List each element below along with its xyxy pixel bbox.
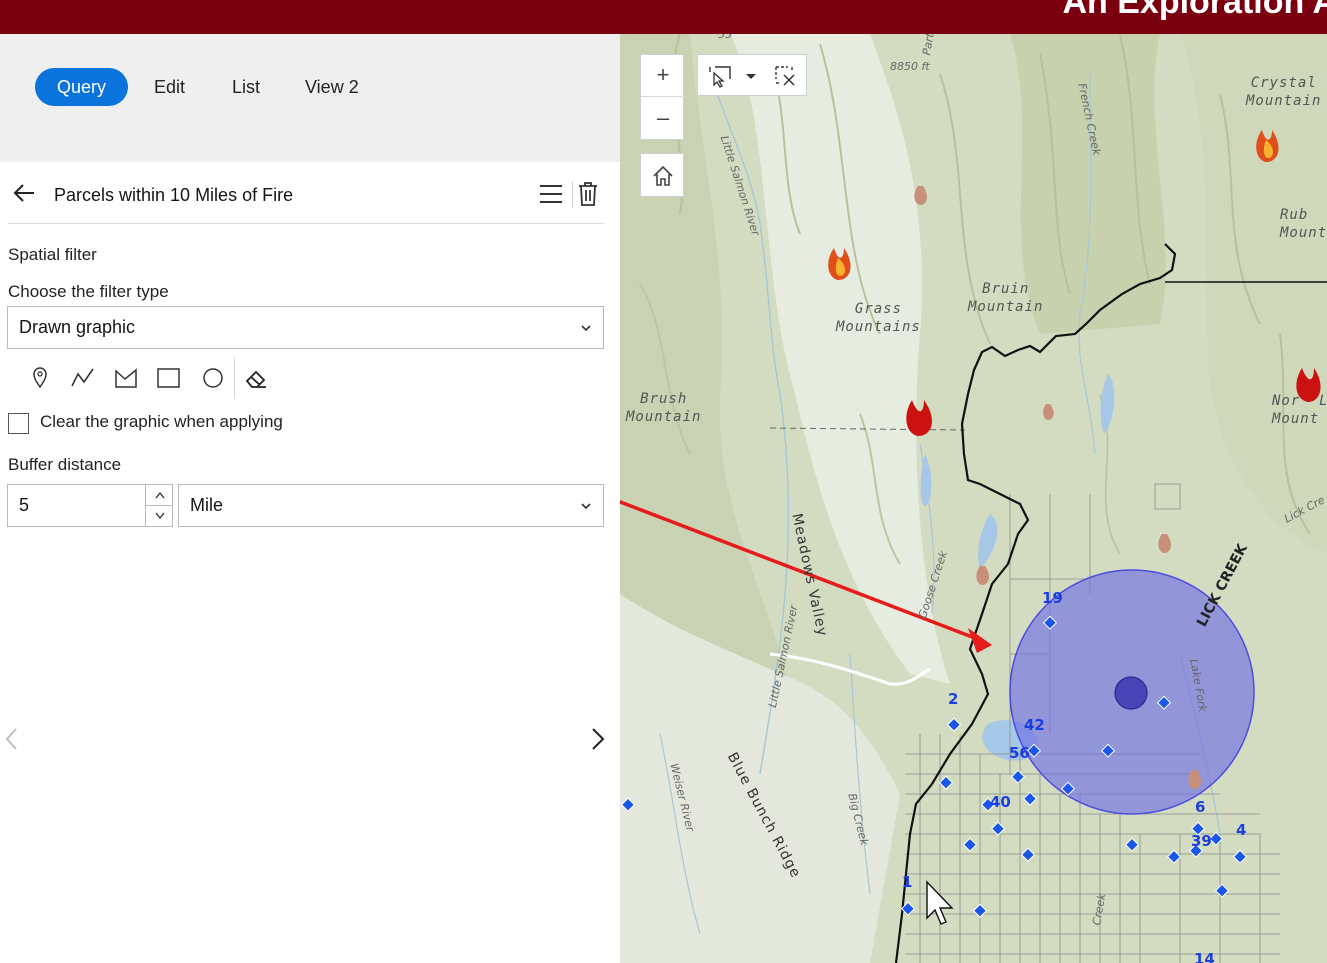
panel-title: Parcels within 10 Miles of Fire xyxy=(54,185,294,205)
cluster-count[interactable]: 1 xyxy=(902,873,912,891)
next-page-chevron-icon[interactable] xyxy=(588,726,608,752)
buffer-distance-input[interactable]: 5 xyxy=(7,484,173,527)
chevron-down-icon xyxy=(581,325,591,332)
select-by-rectangle-icon[interactable] xyxy=(706,63,734,89)
buffer-distance-value: 5 xyxy=(19,495,30,515)
panel-title-row: Parcels within 10 Miles of Fire xyxy=(8,162,604,224)
freehand-polygon-icon[interactable] xyxy=(112,364,140,392)
app-header: An Exploration A xyxy=(0,0,1327,34)
filter-type-select[interactable]: Drawn graphic xyxy=(7,306,604,349)
selection-toolbar xyxy=(697,54,807,96)
polyline-icon[interactable] xyxy=(69,364,97,392)
basemap xyxy=(620,34,1327,963)
cluster-count[interactable]: 4 xyxy=(1236,821,1246,839)
zoom-out-icon[interactable]: – xyxy=(641,98,685,140)
divider xyxy=(572,182,573,208)
cluster-count[interactable]: 40 xyxy=(990,793,1011,811)
circle-icon[interactable] xyxy=(199,364,227,392)
divider xyxy=(234,357,235,399)
zoom-in-icon[interactable]: + xyxy=(641,55,685,97)
trash-icon[interactable] xyxy=(577,181,599,207)
cluster-count[interactable]: 6 xyxy=(1195,798,1205,816)
clear-graphic-label: Clear the graphic when applying xyxy=(40,412,283,431)
cluster-count[interactable]: 42 xyxy=(1024,716,1045,734)
home-icon[interactable] xyxy=(640,153,684,197)
app-title: An Exploration A xyxy=(1062,0,1327,21)
chevron-up-icon[interactable] xyxy=(145,485,173,506)
chevron-down-icon[interactable] xyxy=(145,506,173,526)
map-label-brush-mountain: Brush Mountain xyxy=(626,391,702,425)
buffer-distance-label: Buffer distance xyxy=(8,455,122,474)
map-label-route-55: 55 xyxy=(718,34,732,41)
map-view[interactable]: Crystal Mountain Rub Mount Bruin Mountai… xyxy=(620,34,1327,963)
map-label-nor-mount: Nor L Mount xyxy=(1272,393,1327,427)
clear-graphic-checkbox[interactable] xyxy=(8,413,29,434)
cluster-count[interactable]: 19 xyxy=(1042,589,1063,607)
map-label-crystal-mountain: Crystal Mountain xyxy=(1246,75,1322,109)
map-label-bruin-mountain: Bruin Mountain xyxy=(968,281,1044,315)
buffer-unit-select[interactable]: Mile xyxy=(178,484,604,527)
spatial-filter-heading: Spatial filter xyxy=(8,245,97,264)
caret-down-icon[interactable] xyxy=(742,63,760,89)
eraser-icon[interactable] xyxy=(242,364,270,392)
cluster-count[interactable]: 39 xyxy=(1191,832,1212,850)
cluster-count[interactable]: 56 xyxy=(1009,744,1030,762)
map-label-rub-mount: Rub Mount xyxy=(1280,207,1327,241)
clear-selection-icon[interactable] xyxy=(772,63,800,89)
tab-list[interactable]: List xyxy=(232,68,260,106)
cluster-count[interactable]: 14 xyxy=(1194,950,1215,963)
chevron-down-icon xyxy=(581,503,591,510)
zoom-control: + – xyxy=(640,54,685,140)
buffer-unit-value: Mile xyxy=(190,495,224,515)
tab-query[interactable]: Query xyxy=(35,68,129,106)
query-panel: Query Edit List View 2 Parcels within 10… xyxy=(0,34,620,963)
tab-edit[interactable]: Edit xyxy=(154,68,185,106)
map-label-elevation: 8850 ft xyxy=(890,60,930,73)
filter-type-label: Choose the filter type xyxy=(8,282,169,301)
point-icon[interactable] xyxy=(26,364,54,392)
previous-page-chevron-icon[interactable] xyxy=(3,726,21,752)
back-arrow-icon[interactable] xyxy=(12,182,38,204)
tab-bar: Query Edit List View 2 xyxy=(0,34,620,162)
map-label-grass-mountains: Grass Mountains xyxy=(836,301,921,335)
rectangle-icon[interactable] xyxy=(155,364,183,392)
tab-view-2[interactable]: View 2 xyxy=(305,68,359,106)
hamburger-menu-icon[interactable] xyxy=(538,182,564,206)
cluster-count[interactable]: 2 xyxy=(948,690,958,708)
filter-type-value: Drawn graphic xyxy=(19,317,136,337)
